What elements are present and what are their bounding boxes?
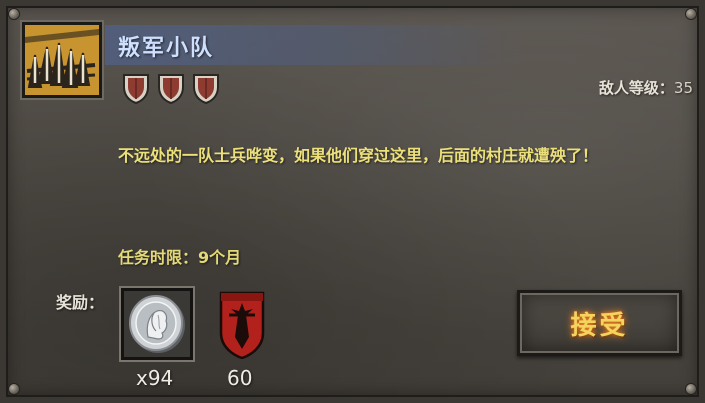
war-banner-icon[interactable]	[219, 291, 265, 359]
enemy-level: 敌人等级：35	[599, 77, 693, 98]
corner-rivet	[9, 384, 19, 394]
time-limit: 任务时限：9个月	[118, 248, 242, 267]
mission-title: 叛军小队	[118, 36, 215, 61]
difficulty-shields	[122, 72, 220, 104]
reward-quantity: x94	[136, 366, 174, 390]
rebel-spikes-icon	[22, 22, 102, 98]
shield-icon	[193, 74, 219, 104]
accept-label: 接受	[570, 310, 629, 341]
shield-icon	[158, 74, 184, 104]
shield-icon	[123, 74, 149, 104]
corner-rivet	[686, 384, 696, 394]
corner-rivet	[686, 9, 696, 19]
enemy-level-label: 敌人等级：	[598, 79, 674, 97]
rewards-label: 奖励：	[56, 293, 105, 312]
corner-rivet	[9, 9, 19, 19]
reward-item-coin[interactable]	[121, 288, 193, 360]
silver-coin-icon	[129, 295, 185, 353]
mission-description: 不远处的一队士兵哗变，如果他们穿过这里，后面的村庄就遭殃了！	[118, 146, 599, 165]
enemy-level-value: 35	[673, 79, 693, 97]
accept-button[interactable]: 接受	[517, 290, 682, 356]
reward-quantity: 60	[227, 366, 253, 390]
